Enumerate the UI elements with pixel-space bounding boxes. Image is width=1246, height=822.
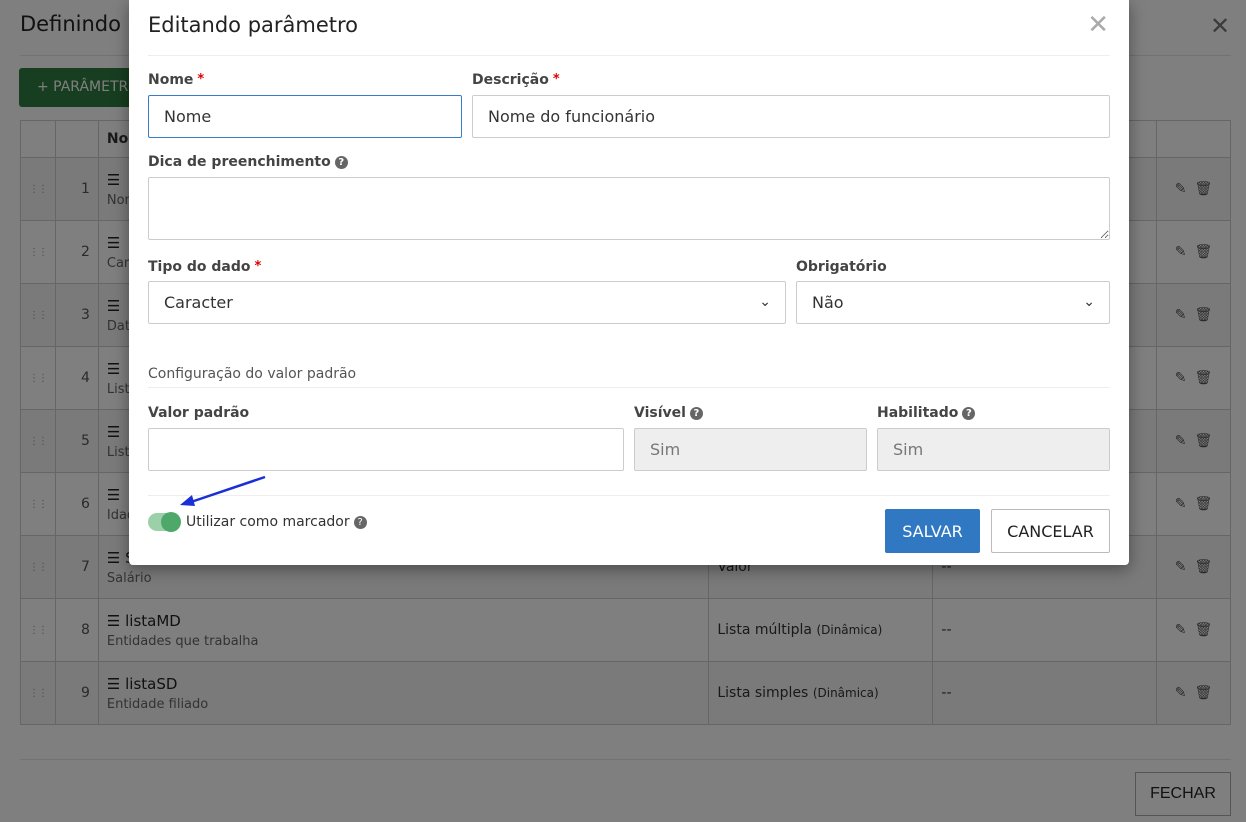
valor-padrao-input[interactable] [148,428,624,471]
nome-label: Nome * [148,72,205,88]
obrigatorio-value: Não [812,293,844,312]
nome-input[interactable] [148,95,462,138]
divider [148,495,1110,496]
edit-parameter-modal: Editando parâmetro ✕ Nome* Descrição* Di… [129,0,1129,565]
close-icon[interactable]: ✕ [1087,10,1109,40]
tipo-select[interactable]: Caracter ⌄ [148,281,786,324]
tipo-label: Tipo do dado * [148,259,262,275]
help-icon[interactable]: ? [962,406,976,420]
obrigatorio-label: Obrigatório [796,259,887,275]
valor-padrao-label: Valor padrão [148,405,250,421]
chevron-down-icon: ⌄ [759,294,771,310]
chevron-down-icon: ⌄ [1083,294,1095,310]
visivel-label: Visível? [634,405,703,421]
help-icon[interactable]: ? [689,406,703,420]
help-icon[interactable]: ? [353,515,367,529]
habilitado-select: Sim [877,428,1110,471]
help-icon[interactable]: ? [334,155,348,169]
marcador-toggle[interactable] [148,512,181,532]
descricao-input[interactable] [472,95,1110,138]
save-button[interactable]: SALVAR [885,509,980,553]
divider [148,387,1110,388]
visivel-select: Sim [634,428,867,471]
modal-title: Editando parâmetro [148,13,359,37]
toggle-knob [161,512,181,532]
dica-label: Dica de preenchimento? [148,154,348,170]
section-title: Configuração do valor padrão [148,366,357,382]
marcador-label: Utilizar como marcador? [186,514,367,530]
dica-textarea[interactable] [148,177,1110,240]
divider [148,55,1110,56]
annotation-arrow-icon [180,475,266,506]
habilitado-label: Habilitado? [877,405,976,421]
obrigatorio-select[interactable]: Não ⌄ [796,281,1110,324]
cancel-button[interactable]: CANCELAR [991,509,1110,553]
tipo-value: Caracter [164,293,233,312]
descricao-label: Descrição * [472,72,560,88]
